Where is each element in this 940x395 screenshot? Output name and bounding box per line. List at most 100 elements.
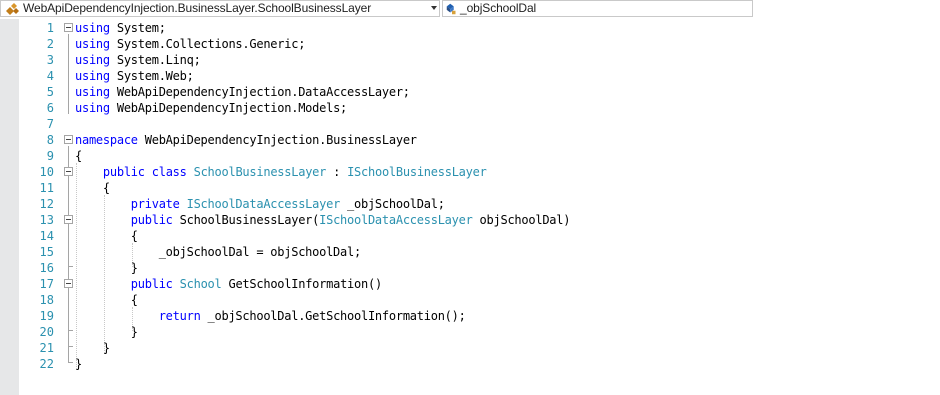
type-token: SchoolBusinessLayer: [193, 165, 327, 179]
code-line[interactable]: 12 private ISchoolDataAccessLayer _objSc…: [19, 196, 919, 212]
collapse-icon[interactable]: [64, 279, 73, 288]
code-token: objSchoolDal): [472, 213, 571, 227]
member-dropdown-value: _objSchoolDal: [460, 1, 537, 15]
code-text: public class SchoolBusinessLayer : IScho…: [75, 164, 487, 180]
line-number: 7: [46, 117, 54, 131]
type-dropdown-value: WebApiDependencyInjection.BusinessLayer.…: [23, 1, 372, 15]
code-text: namespace WebApiDependencyInjection.Busi…: [75, 132, 417, 148]
line-number: 11: [39, 181, 54, 195]
chevron-down-icon[interactable]: [431, 6, 437, 10]
type-token: ISchoolDataAccessLayer: [319, 213, 473, 227]
line-number: 13: [39, 213, 54, 227]
code-text: using System;: [75, 20, 166, 36]
line-number: 17: [39, 277, 54, 291]
code-text: private ISchoolDataAccessLayer _objSchoo…: [75, 196, 445, 212]
code-line[interactable]: 20 }: [19, 324, 919, 340]
code-line[interactable]: 15 _objSchoolDal = objSchoolDal;: [19, 244, 919, 260]
code-line[interactable]: 17 public School GetSchoolInformation(): [19, 276, 919, 292]
keyword-token: public: [130, 277, 173, 291]
type-token: ISchoolDataAccessLayer: [186, 197, 341, 211]
code-line[interactable]: 7: [19, 116, 919, 132]
code-token: SchoolBusinessLayer(: [172, 213, 320, 227]
line-number: 3: [46, 53, 54, 67]
code-text: return _objSchoolDal.GetSchoolInformatio…: [75, 308, 466, 324]
member-dropdown[interactable]: _objSchoolDal: [442, 0, 753, 17]
collapse-icon[interactable]: [64, 23, 73, 32]
code-token: System.Linq;: [109, 53, 201, 67]
line-number: 1: [46, 21, 54, 35]
keyword-token: using: [75, 85, 110, 99]
field-icon: [446, 3, 456, 15]
selection-margin[interactable]: [0, 19, 19, 395]
code-token: WebApiDependencyInjection.DataAccessLaye…: [109, 85, 410, 99]
code-line[interactable]: 16 }: [19, 260, 919, 276]
keyword-token: return: [158, 309, 201, 323]
code-token: System.Collections.Generic;: [109, 37, 306, 51]
keyword-token: using: [75, 101, 110, 115]
line-number: 20: [39, 325, 54, 339]
code-token: _objSchoolDal = objSchoolDal;: [75, 245, 362, 259]
code-text: }: [75, 340, 110, 356]
line-number: 21: [39, 341, 54, 355]
line-number: 4: [46, 69, 54, 83]
code-token: }: [75, 325, 138, 339]
collapse-icon[interactable]: [64, 135, 73, 144]
code-text: using System.Web;: [75, 68, 194, 84]
type-dropdown[interactable]: WebApiDependencyInjection.BusinessLayer.…: [0, 0, 440, 17]
code-line[interactable]: 22}: [19, 356, 919, 372]
keyword-token: private: [130, 197, 180, 211]
code-text: using WebApiDependencyInjection.Models;: [75, 100, 347, 116]
code-token: }: [75, 357, 82, 371]
code-text: {: [75, 180, 110, 196]
code-line[interactable]: 8 namespace WebApiDependencyInjection.Bus…: [19, 132, 919, 148]
code-token: {: [75, 293, 138, 307]
code-line[interactable]: 10 public class SchoolBusinessLayer : IS…: [19, 164, 919, 180]
navigation-bar: WebApiDependencyInjection.BusinessLayer.…: [0, 0, 940, 18]
code-line[interactable]: 13 public SchoolBusinessLayer(ISchoolDat…: [19, 212, 919, 228]
line-number: 12: [39, 197, 54, 211]
code-editor[interactable]: 1 using System; 2 using System.Collections.…: [19, 19, 940, 395]
code-line[interactable]: 9{: [19, 148, 919, 164]
keyword-token: class: [151, 165, 187, 179]
line-number: 19: [39, 309, 54, 323]
code-line[interactable]: 2 using System.Collections.Generic;: [19, 36, 919, 52]
code-text: }: [75, 260, 138, 276]
code-token: WebApiDependencyInjection.Models;: [109, 101, 348, 115]
code-line[interactable]: 14 {: [19, 228, 919, 244]
code-text: using WebApiDependencyInjection.DataAcce…: [75, 84, 410, 100]
keyword-token: public: [102, 165, 145, 179]
code-token: _objSchoolDal;: [340, 197, 445, 211]
line-number: 16: [39, 261, 54, 275]
code-line[interactable]: 21 }: [19, 340, 919, 356]
collapse-icon[interactable]: [64, 215, 73, 224]
code-text: public SchoolBusinessLayer(ISchoolDataAc…: [75, 212, 571, 228]
code-token: {: [75, 149, 82, 163]
code-token: System.Web;: [109, 69, 194, 83]
code-token: WebApiDependencyInjection.BusinessLayer: [137, 133, 417, 147]
code-token: {: [75, 181, 110, 195]
code-text: public School GetSchoolInformation(): [75, 276, 382, 292]
code-line[interactable]: 11 {: [19, 180, 919, 196]
code-line[interactable]: 1 using System;: [19, 20, 919, 36]
line-number: 15: [39, 245, 54, 259]
keyword-token: using: [75, 21, 110, 35]
code-line[interactable]: 5 using WebApiDependencyInjection.DataAcc…: [19, 84, 919, 100]
code-line[interactable]: 19 return _objSchoolDal.GetSchoolInforma…: [19, 308, 919, 324]
code-text: }: [75, 324, 138, 340]
line-number: 6: [46, 101, 54, 115]
keyword-token: public: [130, 213, 173, 227]
code-line[interactable]: 3 using System.Linq;: [19, 52, 919, 68]
line-number: 5: [46, 85, 54, 99]
code-line[interactable]: 18 {: [19, 292, 919, 308]
line-number: 2: [46, 37, 54, 51]
code-text: }: [75, 356, 82, 372]
code-text: using System.Collections.Generic;: [75, 36, 305, 52]
collapse-icon[interactable]: [64, 167, 73, 176]
code-line[interactable]: 4 using System.Web;: [19, 68, 919, 84]
code-line[interactable]: 6 using WebApiDependencyInjection.Models;: [19, 100, 919, 116]
